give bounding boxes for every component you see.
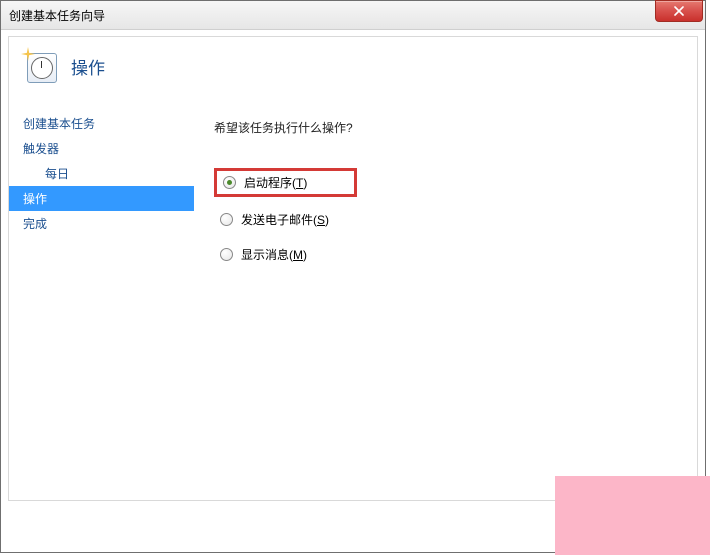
sidebar-item-finish[interactable]: 完成 <box>9 211 194 236</box>
page-title: 操作 <box>71 54 105 79</box>
radio-label-send-email: 发送电子邮件(S) <box>241 211 329 228</box>
radio-dot-icon <box>220 248 233 261</box>
close-icon <box>674 6 684 16</box>
wizard-body: 创建基本任务 触发器 每日 操作 完成 希望该任务执行什么操作? 启动程序(T) <box>9 101 697 500</box>
titlebar: 创建基本任务向导 <box>1 1 705 30</box>
inner-frame: 操作 创建基本任务 触发器 每日 操作 完成 希望该任务执行什么操作? 启动程序… <box>8 36 698 501</box>
client-area: 操作 创建基本任务 触发器 每日 操作 完成 希望该任务执行什么操作? 启动程序… <box>1 30 705 552</box>
sidebar-item-daily[interactable]: 每日 <box>9 161 194 186</box>
sparkle-icon <box>21 47 35 61</box>
radio-show-message[interactable]: 显示消息(M) <box>214 242 313 267</box>
wizard-header: 操作 <box>9 37 697 101</box>
wizard-content: 希望该任务执行什么操作? 启动程序(T) 发送电子邮件(S) <box>194 101 697 500</box>
action-prompt: 希望该任务执行什么操作? <box>214 119 677 136</box>
radio-start-program[interactable]: 启动程序(T) <box>214 168 357 197</box>
radio-dot-icon <box>223 176 236 189</box>
overlay-block <box>555 476 710 555</box>
sidebar-item-create-basic-task[interactable]: 创建基本任务 <box>9 111 194 136</box>
radio-dot-icon <box>220 213 233 226</box>
wizard-window: 创建基本任务向导 操作 创建基本任务 触发器 <box>0 0 706 553</box>
window-title: 创建基本任务向导 <box>9 7 105 24</box>
radio-label-start-program: 启动程序(T) <box>244 174 307 191</box>
radio-send-email[interactable]: 发送电子邮件(S) <box>214 207 335 232</box>
close-button[interactable] <box>655 0 703 22</box>
sidebar-item-trigger[interactable]: 触发器 <box>9 136 194 161</box>
radio-label-show-message: 显示消息(M) <box>241 246 307 263</box>
wizard-clock-icon <box>23 49 57 83</box>
sidebar-item-action[interactable]: 操作 <box>9 186 194 211</box>
wizard-sidebar: 创建基本任务 触发器 每日 操作 完成 <box>9 101 194 500</box>
